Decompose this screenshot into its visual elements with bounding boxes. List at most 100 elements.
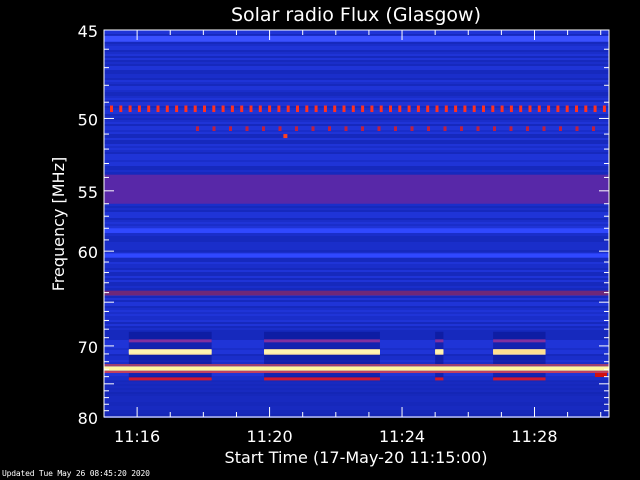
spectrogram-row [104, 272, 609, 274]
spectrogram-row [104, 278, 609, 280]
interference-dot [221, 105, 225, 113]
interference-dot [394, 126, 397, 131]
spectrogram-row [104, 76, 609, 78]
spectrogram-row [104, 270, 609, 272]
spectrogram-row [104, 88, 609, 90]
spectrogram-row [104, 266, 609, 268]
interference-dot [584, 105, 588, 113]
interference-dot [435, 105, 439, 113]
spectrogram-row [104, 240, 609, 242]
interference-dot [137, 105, 141, 113]
y-tick-label: 50 [78, 110, 98, 129]
spectrogram-row [104, 60, 609, 62]
interference-dot [389, 105, 392, 113]
interference-dot [602, 105, 606, 113]
y-tick-label: 80 [78, 409, 98, 428]
burst-bar [435, 349, 444, 354]
spectrogram-row [104, 262, 609, 264]
interference-dot [472, 105, 476, 113]
spectrogram-row [104, 146, 609, 148]
spectrogram-row [104, 234, 609, 236]
interference-dot [203, 105, 206, 113]
spectrogram-row [104, 102, 609, 104]
interference-dot [476, 126, 480, 131]
interference-dot [230, 105, 234, 113]
interference-dot [528, 105, 532, 113]
interference-dot [460, 126, 463, 131]
interference-dot [444, 105, 448, 113]
spectrogram-row [104, 308, 609, 310]
spectrogram-row [104, 244, 609, 246]
spectrogram-row [104, 296, 609, 298]
interference-dot [262, 126, 265, 131]
interference-dot [454, 105, 458, 113]
spectrogram-row [104, 134, 609, 136]
interference-dot [147, 105, 151, 113]
spectrogram-row [104, 224, 609, 226]
spectrogram-row [104, 136, 609, 138]
spectrogram-row [104, 298, 609, 300]
emission-band [104, 253, 609, 258]
spectrogram-row [104, 130, 609, 132]
spectrogram-row [104, 212, 609, 214]
interference-dot [212, 105, 216, 113]
spectrogram-row [104, 62, 609, 64]
spectrogram-row [104, 56, 609, 58]
spectrogram-row [104, 158, 609, 160]
interference-dot [258, 105, 262, 113]
spectrogram-row [104, 42, 609, 44]
spectrogram-row [104, 82, 609, 84]
burst-bar [493, 349, 546, 354]
spectrogram-row [104, 226, 609, 228]
spectrogram-row [104, 286, 609, 288]
emission-band [104, 174, 609, 204]
spectrogram-row [104, 100, 609, 102]
interference-dot [212, 126, 216, 131]
burst-lower-line [264, 377, 380, 381]
interference-dot [526, 126, 529, 131]
spectrogram-row [104, 114, 609, 116]
spectrogram-row [104, 148, 609, 150]
interference-dot [128, 105, 132, 113]
interference-dot [370, 105, 374, 113]
spectrogram-row [104, 236, 609, 238]
y-axis-label: Frequency [MHz] [49, 157, 68, 291]
interference-dot [426, 105, 430, 113]
spectrogram-row [104, 216, 609, 218]
spectrogram-row [104, 34, 609, 36]
emission-band [104, 228, 609, 233]
spectrogram-row [104, 320, 609, 322]
interference-dot [443, 126, 447, 131]
spectrogram-row [104, 276, 609, 278]
spectrogram-row [104, 168, 609, 170]
interference-dot [377, 126, 381, 131]
interference-dot [482, 105, 485, 113]
interference-dot [416, 105, 420, 113]
x-tick-label: 11:24 [379, 427, 425, 446]
interference-dot [542, 126, 546, 131]
spectrogram-row [104, 214, 609, 216]
interference-dot [175, 105, 179, 113]
burst-bar [264, 349, 380, 354]
interference-dot [547, 105, 551, 113]
spectrogram-row [104, 310, 609, 312]
spectrogram-row [104, 74, 609, 76]
spectrogram-row [104, 172, 609, 174]
interference-dot [361, 105, 365, 113]
interference-dot [593, 105, 597, 113]
spectrogram-row [104, 44, 609, 46]
spectrogram-row [104, 46, 609, 48]
spectrogram-row [104, 206, 609, 208]
interference-dot [575, 105, 578, 113]
spectrogram-row [104, 164, 609, 166]
spectrogram-row [104, 128, 609, 130]
burst-bar [128, 349, 212, 354]
interference-dot [193, 105, 197, 113]
spectrogram-row [104, 54, 609, 56]
spectrogram-row [104, 322, 609, 324]
spectrogram-row [104, 150, 609, 152]
interference-dot [249, 105, 253, 113]
interference-dot [491, 105, 495, 113]
interference-dot [537, 105, 541, 113]
spectrogram-row [104, 64, 609, 66]
